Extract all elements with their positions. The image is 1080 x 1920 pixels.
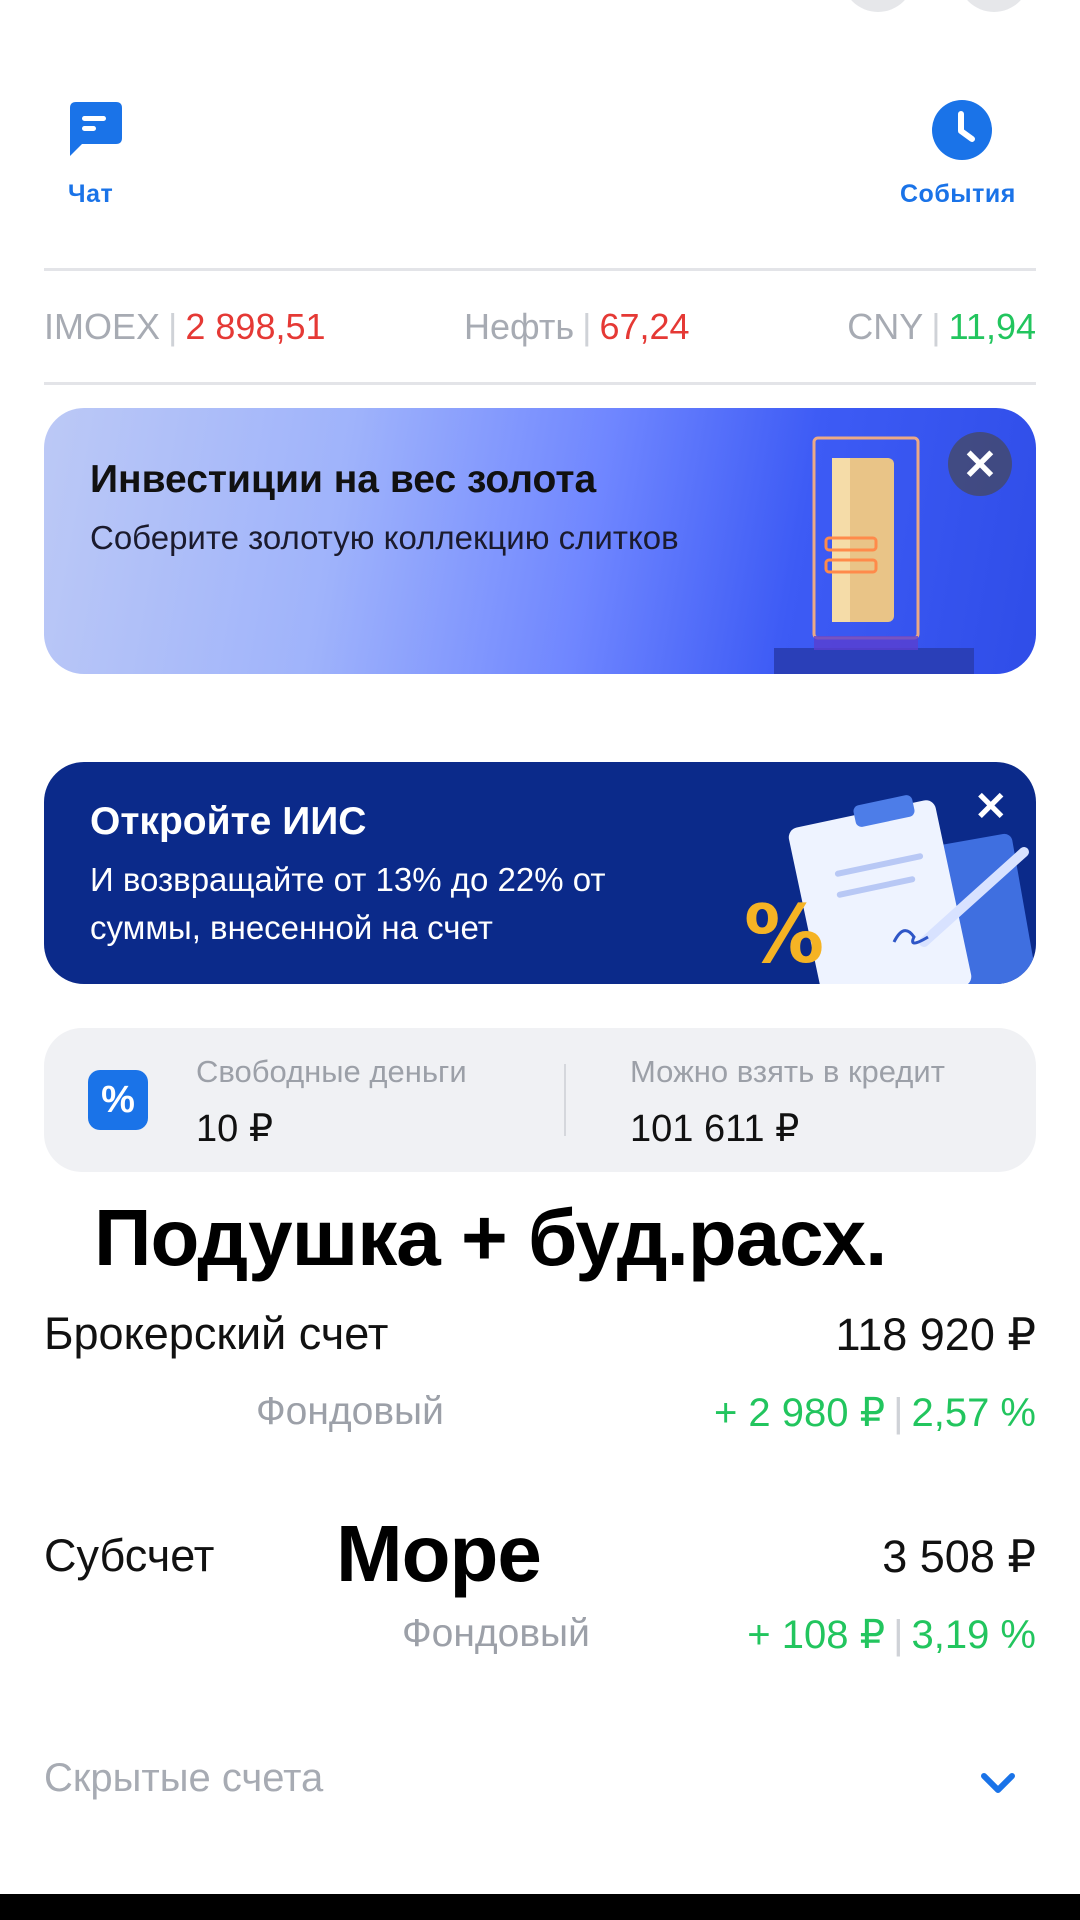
overlay-caption: Подушка + буд.расх. [94, 1193, 887, 1282]
change-amount: + 108 ₽ [747, 1613, 886, 1657]
svg-text:%: % [744, 888, 824, 981]
gold-investment-banner[interactable]: Инвестиции на вес золота Соберите золоту… [44, 408, 1036, 674]
change-percent: 2,57 % [911, 1391, 1036, 1435]
iis-banner[interactable]: Откройте ИИС И возвращайте от 13% до 22%… [44, 762, 1036, 984]
close-icon[interactable]: ✕ [948, 432, 1012, 496]
percent-icon: % [88, 1070, 148, 1130]
banner-subtitle: Соберите золотую коллекцию слитков [90, 519, 679, 556]
ticker-cny[interactable]: CNY | 11,94 [847, 306, 1036, 348]
account-type: Фондовый [402, 1612, 590, 1655]
account-type: Фондовый [256, 1390, 444, 1433]
free-money-label: Свободные деньги [196, 1054, 467, 1089]
account-amount: 118 920 ₽ [835, 1309, 1036, 1360]
gold-bar-illustration [774, 418, 974, 674]
clock-icon[interactable] [930, 98, 994, 162]
chat-icon[interactable] [62, 98, 126, 162]
account-amount: 3 508 ₽ [882, 1531, 1036, 1582]
banner-title: Откройте ИИС [90, 800, 367, 843]
chevron-down-icon[interactable] [978, 1768, 1018, 1798]
top-action-button-2[interactable] [958, 0, 1030, 12]
account-name[interactable]: Брокерский счет [44, 1308, 388, 1360]
ticker-name: IMOEX [44, 306, 161, 347]
overlay-caption: Море [336, 1509, 542, 1598]
close-icon[interactable]: ✕ [974, 784, 1008, 830]
change-amount: + 2 980 ₽ [713, 1391, 886, 1435]
account-change: + 2 980 ₽ | 2,57 % [713, 1391, 1036, 1435]
credit-label: Можно взять в кредит [630, 1054, 945, 1089]
change-percent: 3,19 % [911, 1613, 1036, 1657]
banner-title: Инвестиции на вес золота [90, 458, 597, 501]
chat-label[interactable]: Чат [68, 180, 113, 209]
ticker-value: 2 898,51 [185, 306, 326, 347]
divider [564, 1064, 566, 1136]
money-summary-card[interactable]: % Свободные деньги 10 ₽ Можно взять в кр… [44, 1028, 1036, 1172]
divider [44, 268, 1036, 271]
account-change: + 108 ₽ | 3,19 % [747, 1613, 1036, 1657]
ticker-name: CNY [847, 306, 924, 347]
free-money-value: 10 ₽ [196, 1108, 274, 1150]
ticker-value: 11,94 [948, 306, 1036, 347]
bottom-bar [0, 1894, 1080, 1920]
ticker-imoex[interactable]: IMOEX | 2 898,51 [44, 306, 326, 348]
events-label[interactable]: События [900, 180, 1016, 209]
ticker-value: 67,24 [599, 306, 690, 347]
top-action-button-1[interactable] [842, 0, 914, 12]
hidden-accounts-label[interactable]: Скрытые счета [44, 1756, 323, 1801]
ticker-oil[interactable]: Нефть | 67,24 [464, 306, 690, 348]
credit-value: 101 611 ₽ [630, 1108, 800, 1150]
ticker-name: Нефть [464, 306, 575, 347]
banner-subtitle: И возвращайте от 13% до 22% от суммы, вн… [90, 861, 606, 946]
account-name[interactable]: Субсчет [44, 1530, 214, 1582]
divider [44, 382, 1036, 385]
